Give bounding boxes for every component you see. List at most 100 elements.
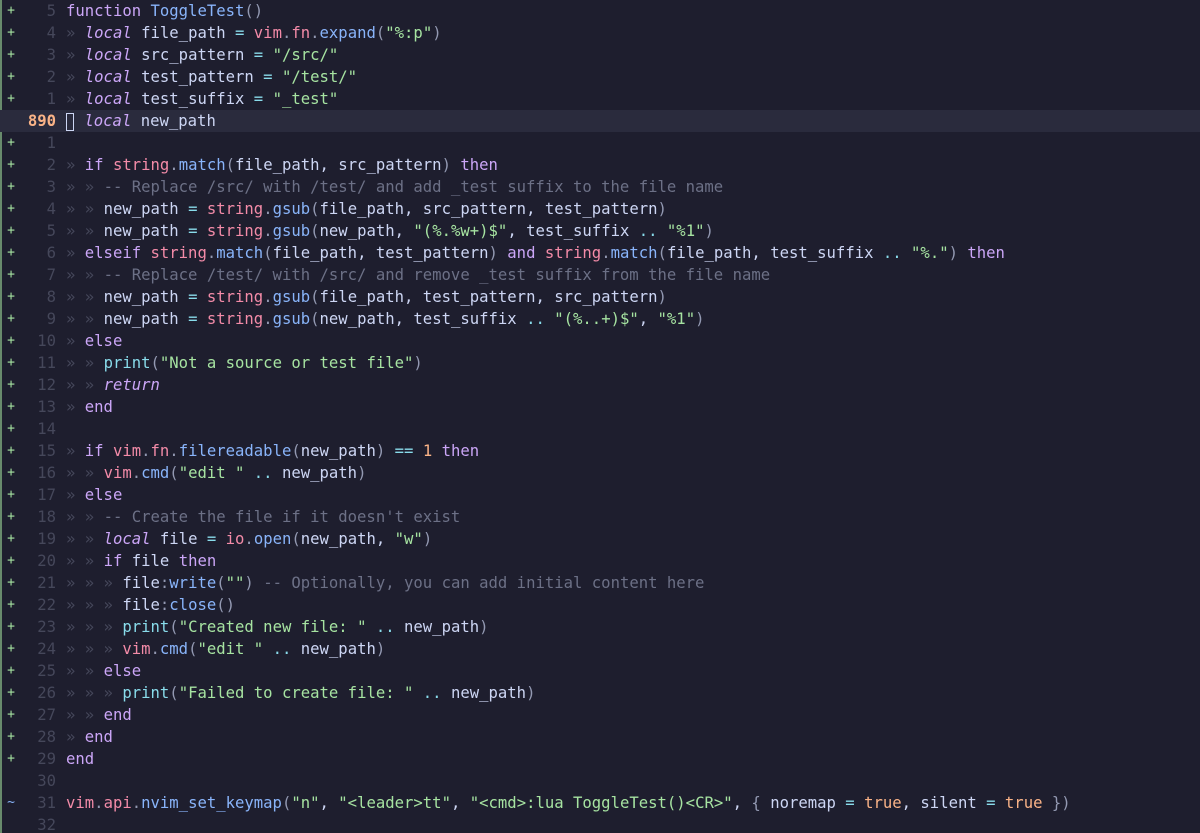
code-line[interactable]: +25 » » else: [0, 660, 1200, 682]
line-code[interactable]: » » end: [66, 704, 132, 726]
line-code[interactable]: » » if file then: [66, 550, 216, 572]
code-line[interactable]: +1: [0, 132, 1200, 154]
code-line[interactable]: +14: [0, 418, 1200, 440]
code-line[interactable]: +22 » » » file:close(): [0, 594, 1200, 616]
code-line[interactable]: +1 » local test_suffix = "_test": [0, 88, 1200, 110]
line-code[interactable]: » » print("Not a source or test file"): [66, 352, 423, 374]
code-token: .: [169, 442, 179, 460]
code-line[interactable]: +10 » else: [0, 330, 1200, 352]
code-token: "_test": [272, 90, 339, 108]
git-added-sign: +: [7, 531, 15, 546]
line-code[interactable]: » » » file:close(): [66, 594, 235, 616]
code-line[interactable]: +13 » end: [0, 396, 1200, 418]
code-token: (: [216, 574, 226, 592]
code-token: »: [66, 156, 85, 174]
line-code[interactable]: » » new_path = string.gsub(file_path, sr…: [66, 198, 667, 220]
code-line[interactable]: +17 » else: [0, 484, 1200, 506]
code-line[interactable]: +7 » » -- Replace /test/ with /src/ and r…: [0, 264, 1200, 286]
line-code[interactable]: » » -- Replace /src/ with /test/ and add…: [66, 176, 723, 198]
code-token: =: [253, 46, 264, 64]
code-line[interactable]: +2 » if string.match(file_path, src_patte…: [0, 154, 1200, 176]
line-code[interactable]: vim.api.nvim_set_keymap("n", "<leader>tt…: [66, 792, 1071, 814]
line-code[interactable]: » if vim.fn.filereadable(new_path) == 1 …: [66, 440, 479, 462]
line-code[interactable]: » end: [66, 396, 113, 418]
code-line[interactable]: +29 end: [0, 748, 1200, 770]
code-line[interactable]: +11 » » print("Not a source or test file"…: [0, 352, 1200, 374]
code-token: gsub: [272, 200, 311, 218]
code-line[interactable]: ~31 vim.api.nvim_set_keymap("n", "<leader…: [0, 792, 1200, 814]
code-line[interactable]: +5 function ToggleTest(): [0, 0, 1200, 22]
code-line[interactable]: +26 » » » print("Failed to create file: "…: [0, 682, 1200, 704]
line-code[interactable]: » local src_pattern = "/src/": [66, 44, 338, 66]
code-token: ): [657, 288, 667, 306]
line-code[interactable]: » local test_suffix = "_test": [66, 88, 338, 110]
code-line[interactable]: +19 » » local file = io.open(new_path, "w…: [0, 528, 1200, 550]
code-line[interactable]: +8 » » new_path = string.gsub(file_path, …: [0, 286, 1200, 308]
line-code[interactable]: » » » vim.cmd("edit " .. new_path): [66, 638, 385, 660]
code-token: ,: [319, 794, 339, 812]
code-lines[interactable]: +5 function ToggleTest() +4» local file_pa…: [0, 0, 1200, 833]
code-line[interactable]: +24 » » » vim.cmd("edit " .. new_path): [0, 638, 1200, 660]
git-added-sign: +: [7, 47, 15, 62]
code-line[interactable]: +3 » » -- Replace /src/ with /test/ and a…: [0, 176, 1200, 198]
line-number: 1: [46, 134, 56, 152]
line-code[interactable]: » » » print("Created new file: " .. new_…: [66, 616, 489, 638]
line-code[interactable]: » else: [66, 330, 122, 352]
code-line[interactable]: +3 » local src_pattern = "/src/": [0, 44, 1200, 66]
line-code[interactable]: » end: [66, 726, 113, 748]
code-token: .: [150, 640, 160, 658]
line-code[interactable]: » elseif string.match(file_path, test_pa…: [66, 242, 1005, 264]
code-token: end: [66, 750, 95, 768]
code-token: true: [1004, 794, 1043, 812]
code-line[interactable]: +4 » » new_path = string.gsub(file_path, …: [0, 198, 1200, 220]
code-token: ): [526, 684, 536, 702]
code-token: then: [450, 156, 498, 174]
code-line[interactable]: +4» local file_path = vim.fn.expand("%:p…: [0, 22, 1200, 44]
line-code[interactable]: » » local file = io.open(new_path, "w"): [66, 528, 432, 550]
code-token: :: [159, 596, 170, 614]
line-code[interactable]: » » new_path = string.gsub(new_path, "(%…: [66, 220, 714, 242]
code-line[interactable]: +15» if vim.fn.filereadable(new_path) ==…: [0, 440, 1200, 462]
code-token: (: [263, 244, 273, 262]
line-code[interactable]: function ToggleTest(): [66, 0, 263, 22]
line-code[interactable]: » » » file:write("") -- Optionally, you …: [66, 572, 704, 594]
line-code[interactable]: » » else: [66, 660, 141, 682]
code-token: -- Replace /test/ with /src/ and remove …: [103, 266, 771, 284]
code-line[interactable]: +6» elseif string.match(file_path, test_…: [0, 242, 1200, 264]
line-code[interactable]: » » » print("Failed to create file: " ..…: [66, 682, 535, 704]
line-code[interactable]: » » new_path = string.gsub(file_path, te…: [66, 286, 667, 308]
code-line[interactable]: +16 » » vim.cmd("edit " .. new_path): [0, 462, 1200, 484]
line-code[interactable]: » if string.match(file_path, src_pattern…: [66, 154, 498, 176]
code-line[interactable]: +23 » » » print("Created new file: " .. n…: [0, 616, 1200, 638]
line-code[interactable]: » » vim.cmd("edit " .. new_path): [66, 462, 366, 484]
code-line[interactable]: +2 » local test_pattern = "/test/": [0, 66, 1200, 88]
line-code[interactable]: local new_path: [66, 110, 216, 132]
code-line[interactable]: +5» » new_path = string.gsub(new_path, "…: [0, 220, 1200, 242]
code-token: .: [206, 244, 217, 262]
line-code[interactable]: end: [66, 748, 94, 770]
current-line[interactable]: 890 local new_path: [0, 110, 1200, 132]
line-code[interactable]: » » new_path = string.gsub(new_path, tes…: [66, 308, 704, 330]
line-number: 22: [37, 596, 56, 614]
code-line[interactable]: +27 » » end: [0, 704, 1200, 726]
code-token: match: [178, 156, 226, 174]
code-editor[interactable]: +5 function ToggleTest() +4» local file_pa…: [0, 0, 1200, 833]
code-token: » »: [66, 200, 104, 218]
code-line[interactable]: 32: [0, 814, 1200, 833]
line-code[interactable]: » » -- Create the file if it doesn't exi…: [66, 506, 460, 528]
line-code[interactable]: » » -- Replace /test/ with /src/ and rem…: [66, 264, 770, 286]
line-code[interactable]: » else: [66, 484, 122, 506]
code-line[interactable]: +12 » » return: [0, 374, 1200, 396]
line-code[interactable]: » » return: [66, 374, 160, 396]
code-line[interactable]: +28 » end: [0, 726, 1200, 748]
code-line[interactable]: +20 » » if file then: [0, 550, 1200, 572]
code-line[interactable]: +21 » » » file:write("") -- Optionally, y…: [0, 572, 1200, 594]
code-line[interactable]: 30: [0, 770, 1200, 792]
line-code[interactable]: » local test_pattern = "/test/": [66, 66, 357, 88]
code-line[interactable]: +9» » new_path = string.gsub(new_path, t…: [0, 308, 1200, 330]
code-token: "Failed to create file: ": [178, 684, 414, 702]
code-line[interactable]: +18 » » -- Create the file if it doesn't …: [0, 506, 1200, 528]
line-code[interactable]: » local file_path = vim.fn.expand("%:p"): [66, 22, 442, 44]
